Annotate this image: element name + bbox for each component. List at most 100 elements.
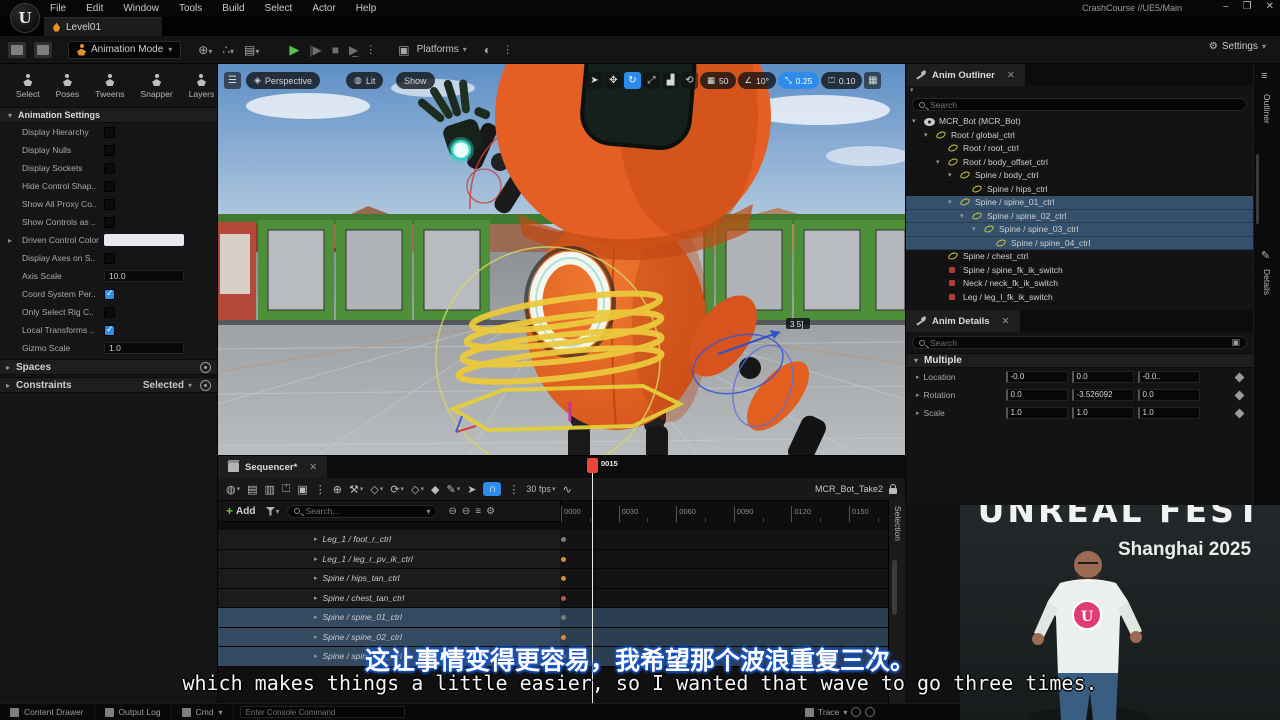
output-log-button[interactable]: Output Log [95,704,172,720]
device-output-icon[interactable]: ◐ [481,43,494,57]
curve-editor-icon[interactable]: ∿ [562,483,571,496]
render-movie-icon[interactable]: ▣ [297,483,307,496]
color-swatch[interactable] [104,234,184,246]
outliner-tree-item[interactable]: ▾ Spine / spine_02_ctrl [906,210,1253,224]
x-value-field[interactable]: 1.0 [1006,407,1068,419]
add-keyframe-icon[interactable]: ◆ [431,483,439,496]
show-dropdown[interactable]: Show [396,72,435,89]
value-input[interactable]: 10.0 [104,270,184,282]
scrollbar[interactable] [892,560,897,615]
setting-checkbox[interactable]: ✓ [104,163,115,174]
keyframe-diamond-icon[interactable] [1235,390,1245,400]
browse-sequence-icon[interactable]: ▥ [265,483,275,496]
tool-tab[interactable]: Select [16,74,40,99]
maximize-viewport-icon[interactable]: ▦ [864,72,881,89]
autokey-icon[interactable]: ⟳▾ [390,483,404,496]
tool-tab[interactable]: Tweens [95,74,124,99]
close-icon[interactable]: ✕ [309,462,317,473]
outliner-tree-item[interactable]: ▾ Spine / spine_01_ctrl [906,196,1253,210]
outliner-search-input[interactable] [930,100,1240,110]
expander-arrow-icon[interactable]: ▾ [948,198,956,206]
sequencer-track-row[interactable]: ▸ Spine / spine_01_ctrl [218,608,905,628]
constraints-filter-dropdown[interactable]: Selected ▾ [143,380,192,391]
keyframe-diamond-icon[interactable] [1235,408,1245,418]
sequencer-track-row[interactable]: ▸ Leg_1 / foot_r_ctrl [218,530,905,550]
spaces-options-icon[interactable] [200,362,211,373]
setting-checkbox[interactable]: ✓ [104,253,115,264]
level-tab[interactable]: Level01 [44,17,162,36]
save-sequence-icon[interactable]: ▤ [247,483,257,496]
y-value-field[interactable]: 1.0 [1072,407,1134,419]
content-drawer-button[interactable]: Content Drawer [0,704,95,720]
outliner-tree-item[interactable]: ▾ Spine / chest_ctrl [906,250,1253,264]
launch-button[interactable]: ▶̲ [346,43,361,57]
menu-item[interactable]: Help [356,3,377,14]
x-value-field[interactable]: 0.0 [1006,389,1068,401]
add-actor-icon[interactable]: ⊕▾ [195,43,215,57]
filter-icon[interactable] [265,507,275,516]
value-input[interactable]: 1.0 [104,342,184,354]
play-button[interactable]: ▶ [286,42,302,58]
viewport-menu-icon[interactable]: ☰ [224,72,241,89]
snap-magnet-toggle[interactable]: ∩ [483,482,501,496]
expand-arrow-icon[interactable]: ▸ [314,574,318,582]
settings-dropdown[interactable]: ⚙ Settings ▾ [1209,41,1266,52]
expand-arrow-icon[interactable]: ▸ [314,613,318,621]
expand-arrow-icon[interactable]: ▸ [314,535,318,543]
y-value-field[interactable]: -3.526092 [1072,389,1134,401]
expander-arrow-icon[interactable]: ▾ [912,117,920,125]
snap-kebab-icon[interactable]: ⋮ [508,483,519,496]
sequencer-tab[interactable]: Sequencer* ✕ [218,456,327,478]
expand-arrow-icon[interactable]: ▸ [314,594,318,602]
constraints-header[interactable]: ▸ Constraints Selected ▾ [0,377,217,393]
chevron-down-icon[interactable]: ▾ [275,507,279,516]
setting-checkbox[interactable]: ✓ [104,325,115,336]
playhead-marker[interactable] [587,458,598,473]
menu-item[interactable]: Build [222,3,244,14]
save-icon[interactable] [8,42,26,58]
frame-skip-button[interactable]: |▶ [306,43,324,57]
outliner-tree-item[interactable]: ▾ Root / global_ctrl [906,129,1253,143]
play-options-kebab-icon[interactable]: ⋮ [365,43,377,56]
setting-checkbox[interactable]: ✓ [104,181,115,192]
keyframe-dot[interactable] [561,557,566,562]
sequencer-track-row[interactable]: ▸ Spine / chest_tan_ctrl [218,589,905,609]
scrollbar[interactable] [1256,154,1259,224]
timeline-ruler[interactable]: 000000300060009001200150 [560,501,906,522]
setting-checkbox[interactable]: ✓ [104,307,115,318]
outliner-tree-item[interactable]: ▾ Leg / leg_l_fk_ik_switch [906,291,1253,305]
outliner-tree-item[interactable]: ▾ Spine / body_ctrl [906,169,1253,183]
setting-checkbox[interactable]: ✓ [104,127,115,138]
menu-item[interactable]: Window [123,3,159,14]
z-value-field[interactable]: 0.0 [1138,389,1200,401]
keyframe-dot[interactable] [561,596,566,601]
menu-item[interactable]: Tools [179,3,202,14]
setting-checkbox[interactable]: ✓ [104,145,115,156]
anim-details-tab[interactable]: Anim Details ✕ [906,310,1020,332]
x-value-field[interactable]: -0.0 [1006,371,1068,383]
z-value-field[interactable]: -0.0.. [1138,371,1200,383]
take-selector[interactable]: MCR_Bot_Take2 [815,484,897,494]
track-timeline[interactable] [560,530,905,549]
lit-dropdown[interactable]: ◍ Lit [346,72,383,89]
menu-item[interactable]: Edit [86,3,103,14]
perspective-dropdown[interactable]: ◈ Perspective [246,72,320,89]
outliner-side-tab[interactable]: Outliner [1262,94,1272,124]
rotation-snap-toggle[interactable]: ∠10° [738,72,776,89]
select-tool-icon[interactable]: ➤ [586,72,603,89]
grid-snap-toggle[interactable]: ▦50 [700,72,736,89]
keyframe-dot[interactable] [561,635,566,640]
wrench-icon[interactable]: ⚒▾ [349,483,363,496]
fps-dropdown[interactable]: 30 fps▾ [526,484,555,494]
details-search[interactable]: ▣ [912,336,1247,349]
outliner-tree-item[interactable]: ▾ Spine / spine_fk_ik_switch [906,264,1253,278]
y-value-field[interactable]: 0.0 [1072,371,1134,383]
outliner-tree-item[interactable]: ▾ Spine / spine_03_ctrl [906,223,1253,237]
add-track-actor-icon[interactable]: ⊕ [333,483,342,496]
expand-arrow-icon[interactable]: ▸ [314,555,318,563]
outliner-tree-item[interactable]: ▾ Root / root_ctrl [906,142,1253,156]
expander-arrow-icon[interactable]: ▾ [924,131,932,139]
lock-icon[interactable] [889,488,897,494]
menu-item[interactable]: Select [265,3,293,14]
animation-settings-header[interactable]: ▾ Animation Settings [0,107,217,123]
